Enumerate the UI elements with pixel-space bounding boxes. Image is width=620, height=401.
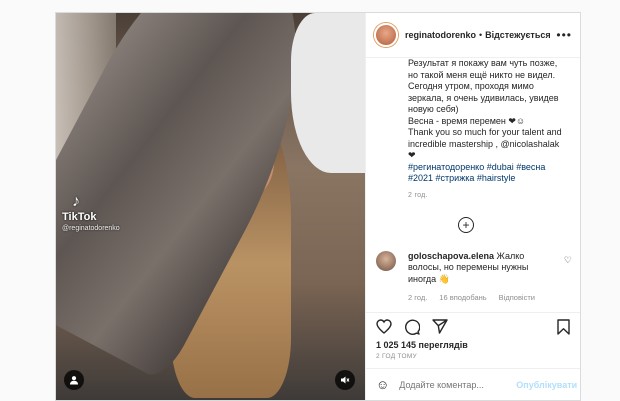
comment-time: 2 год. xyxy=(408,293,428,302)
posted-time: 2 ГОД ТОМУ xyxy=(376,353,417,360)
speaker-muted-icon xyxy=(341,376,350,384)
caption-line: ❤ xyxy=(408,150,416,160)
separator-dot: • xyxy=(479,30,483,40)
post-sidebar: reginatodorenko • Відстежується ••• Резу… xyxy=(365,13,580,400)
caption-line: Сегодня утром, проходя мимо xyxy=(408,81,534,91)
caption-line: Результат я покажу вам чуть позже, xyxy=(408,58,558,68)
mute-button[interactable] xyxy=(335,370,355,390)
caption-line: новую себя) xyxy=(408,104,459,114)
caption-line: Весна - время перемен ❤☺ xyxy=(408,115,526,126)
user-icon xyxy=(70,376,78,385)
caption-hashtags[interactable]: #2021 #стрижка #hairstyle xyxy=(408,173,564,185)
share-paper-plane-icon[interactable] xyxy=(432,319,448,334)
save-bookmark-icon[interactable] xyxy=(557,318,570,335)
post-video[interactable]: ♪ TikTok @reginatodorenko xyxy=(56,13,365,400)
caption-line: incredible mastership , @nicolashalak xyxy=(408,138,560,149)
tiktok-label: TikTok xyxy=(62,211,97,223)
add-comment-bar: ☺ Опублікувати xyxy=(366,368,580,400)
load-more-comments-icon[interactable]: + xyxy=(458,216,474,233)
comment-meta: 2 год. 16 вподобань Відповісти xyxy=(408,293,564,302)
avatar[interactable] xyxy=(374,23,398,47)
tagged-users-button[interactable] xyxy=(64,370,84,390)
like-heart-icon[interactable] xyxy=(376,319,392,334)
caption-line: зеркала, я очень удивилась, увидев xyxy=(408,92,559,103)
comment-body: goloschapova.elena Жалко волосы, но пере… xyxy=(408,251,548,286)
comment-author[interactable]: goloschapova.elena xyxy=(408,251,494,261)
caption-area: Результат я покажу вам чуть позже, но та… xyxy=(366,58,580,312)
emoji-smiley-icon[interactable]: ☺ xyxy=(376,377,389,392)
comment-reply-button[interactable]: Відповісти xyxy=(499,293,535,302)
tiktok-handle: @reginatodorenko xyxy=(62,225,120,232)
follow-status-button[interactable]: Відстежується xyxy=(485,30,550,40)
post-actions xyxy=(366,312,580,340)
tiktok-watermark: ♪ TikTok @reginatodorenko xyxy=(62,193,120,232)
comment-like-heart-icon[interactable]: ♡ xyxy=(564,255,572,266)
caption-hashtags[interactable]: #регинатодоренко #dubai #весна xyxy=(408,162,564,174)
views-count[interactable]: 1 025 145 переглядів xyxy=(366,340,580,350)
caption-time: 2 год. xyxy=(408,191,428,199)
account-username[interactable]: reginatodorenko xyxy=(405,30,476,40)
post-card: ♪ TikTok @reginatodorenko reginatodorenk… xyxy=(55,12,581,401)
comment-bubble-icon[interactable] xyxy=(404,319,420,335)
more-options-icon[interactable]: ••• xyxy=(556,28,572,42)
video-sleeve xyxy=(291,13,365,173)
caption-line: но такой меня ещё никто не видел. xyxy=(408,69,556,80)
tiktok-logo-icon: ♪ xyxy=(72,193,80,210)
comment-avatar[interactable] xyxy=(376,250,396,271)
comment-item: goloschapova.elena Жалко волосы, но пере… xyxy=(376,250,572,286)
post-header: reginatodorenko • Відстежується ••• xyxy=(366,13,580,58)
caption-line: Thank you so much for your talent and xyxy=(408,127,562,137)
comment-input[interactable] xyxy=(399,379,517,390)
comment-likes[interactable]: 16 вподобань xyxy=(439,293,486,302)
publish-button[interactable]: Опублікувати xyxy=(516,380,577,390)
